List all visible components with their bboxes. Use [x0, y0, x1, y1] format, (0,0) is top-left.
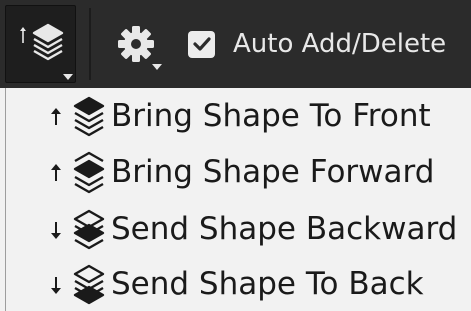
menu-item-send-backward[interactable]: Send Shape Backward: [6, 203, 471, 259]
send-to-back-icon: [73, 264, 105, 305]
layers-icon: [20, 23, 64, 61]
menu-item-label: Bring Shape Forward: [111, 154, 435, 190]
bring-forward-icon: [73, 151, 105, 194]
checkmark-icon: [192, 37, 211, 51]
menu-item-label: Bring Shape To Front: [111, 98, 431, 134]
arrow-down-icon: [51, 277, 61, 294]
arrow-down-icon: [51, 222, 61, 239]
gear-icon: [118, 26, 154, 62]
arrange-menu: Bring Shape To Front Bring Shape Forward: [5, 88, 471, 311]
arrow-up-icon: [51, 164, 61, 181]
chevron-down-icon: [63, 74, 73, 80]
send-backward-icon: [73, 209, 105, 250]
app-root: Auto Add/Delete Bring Shape To Front Bri…: [0, 0, 471, 311]
menu-item-bring-forward[interactable]: Bring Shape Forward: [6, 146, 471, 202]
menu-item-label: Send Shape To Back: [111, 266, 424, 302]
toolbar-separator: [89, 8, 91, 80]
auto-add-delete-checkbox[interactable]: [188, 30, 215, 58]
arrange-shapes-button[interactable]: [5, 5, 76, 83]
chevron-down-icon: [152, 64, 162, 70]
bring-to-front-icon: [73, 96, 105, 137]
menu-item-bring-to-front[interactable]: Bring Shape To Front: [6, 90, 471, 146]
auto-add-delete-toggle[interactable]: Auto Add/Delete: [188, 26, 446, 62]
settings-button[interactable]: [110, 18, 170, 78]
toolbar: Auto Add/Delete: [0, 0, 471, 88]
auto-add-delete-label: Auto Add/Delete: [233, 29, 447, 59]
menu-item-send-to-back[interactable]: Send Shape To Back: [6, 258, 471, 311]
arrow-up-icon: [51, 108, 61, 125]
menu-item-label: Send Shape Backward: [111, 211, 458, 247]
